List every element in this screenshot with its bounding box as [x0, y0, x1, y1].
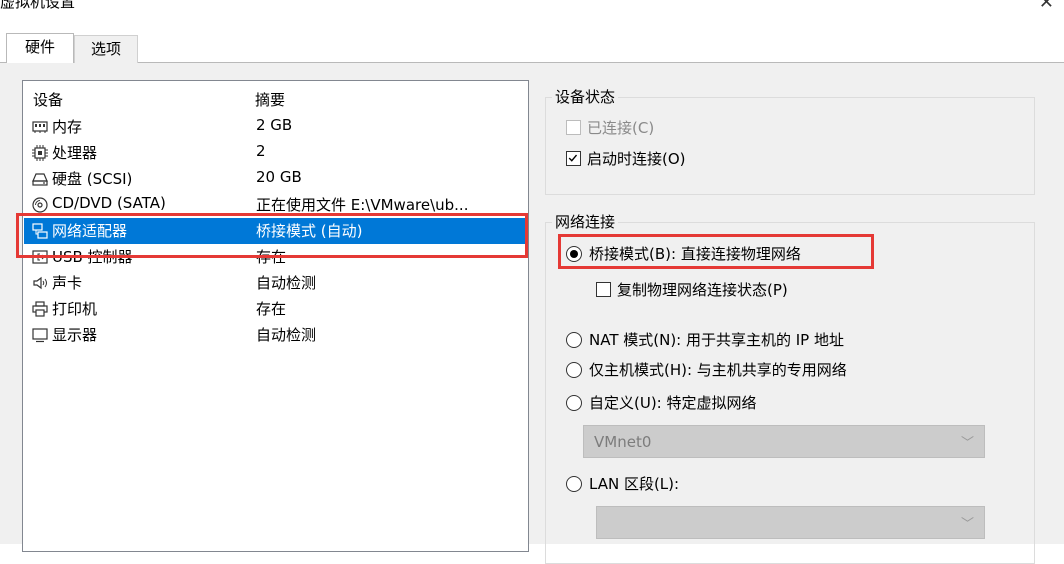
device-summary: 2 [256, 142, 266, 160]
display-icon [32, 328, 48, 343]
printer-icon [32, 301, 48, 317]
device-row-usb-controller[interactable]: USB 控制器 存在 [24, 244, 527, 270]
window-title: 虚拟机设置 [0, 0, 76, 11]
host-only-radio[interactable] [566, 362, 582, 378]
nat-radio[interactable] [566, 332, 582, 348]
sound-icon [33, 276, 47, 290]
device-summary: 20 GB [256, 168, 302, 186]
device-name: CD/DVD (SATA) [52, 194, 166, 212]
device-name: 声卡 [52, 274, 83, 292]
device-row-network-adapter[interactable]: 网络适配器 桥接模式 (自动) [24, 218, 527, 244]
custom-radio[interactable] [566, 395, 582, 411]
harddisk-icon [32, 173, 48, 186]
bridged-label: 桥接模式(B): 直接连接物理网络 [589, 245, 801, 263]
device-row-memory[interactable]: 内存 2 GB [24, 114, 527, 140]
device-name: 处理器 [52, 144, 98, 162]
device-summary: 2 GB [256, 116, 293, 134]
column-header-device[interactable]: 设备 [33, 89, 63, 110]
replicate-state-checkbox[interactable] [596, 282, 611, 297]
device-row-display[interactable]: 显示器 自动检测 [24, 322, 527, 348]
lan-segment-select[interactable]: ﹀ [596, 506, 985, 539]
usb-icon [32, 250, 48, 264]
nat-label: NAT 模式(N): 用于共享主机的 IP 地址 [589, 331, 845, 349]
connect-at-power-on-checkbox[interactable] [566, 151, 581, 166]
checkmark-icon [568, 154, 578, 162]
device-summary: 自动检测 [256, 274, 317, 292]
custom-label: 自定义(U): 特定虚拟网络 [589, 394, 757, 412]
device-name: 内存 [52, 118, 83, 136]
device-name: USB 控制器 [52, 248, 133, 266]
tab-hardware[interactable]: 硬件 [6, 33, 74, 63]
device-row-cd-dvd[interactable]: CD/DVD (SATA) 正在使用文件 E:\VMware\ub... [24, 192, 527, 218]
chevron-down-icon: ﹀ [960, 517, 974, 532]
connect-at-power-on-label: 启动时连接(O) [587, 150, 686, 168]
device-row-sound-card[interactable]: 声卡 自动检测 [24, 270, 527, 296]
device-status-title: 设备状态 [552, 86, 619, 107]
tab-options[interactable]: 选项 [74, 35, 138, 63]
device-name: 打印机 [52, 300, 98, 318]
device-row-harddisk[interactable]: 硬盘 (SCSI) 20 GB [24, 166, 527, 192]
device-summary: 存在 [256, 300, 287, 318]
cd-dvd-icon [32, 197, 48, 213]
connected-checkbox[interactable] [566, 120, 581, 135]
device-row-printer[interactable]: 打印机 存在 [24, 296, 527, 322]
network-connection-title: 网络连接 [552, 211, 619, 232]
device-summary: 桥接模式 (自动) [256, 222, 363, 240]
custom-network-value: VMnet0 [594, 433, 652, 451]
close-icon[interactable]: ✕ [1039, 0, 1054, 13]
processor-icon [32, 145, 48, 161]
device-name: 显示器 [52, 326, 98, 344]
device-list[interactable]: 设备 摘要 内存 2 GB 处理器 2 硬盘 (SCSI) 20 GB CD/D… [22, 80, 529, 552]
custom-network-select[interactable]: VMnet0 ﹀ [583, 425, 985, 458]
chevron-down-icon: ﹀ [960, 436, 974, 451]
device-summary: 存在 [256, 248, 287, 266]
column-header-summary[interactable]: 摘要 [255, 89, 285, 110]
network-adapter-icon [32, 223, 48, 239]
lan-segment-label: LAN 区段(L): [589, 475, 680, 493]
device-summary: 正在使用文件 E:\VMware\ub... [256, 196, 469, 214]
device-summary: 自动检测 [256, 326, 317, 344]
lan-segment-radio[interactable] [566, 476, 582, 492]
replicate-state-label: 复制物理网络连接状态(P) [617, 281, 788, 299]
device-name: 硬盘 (SCSI) [52, 170, 133, 188]
host-only-label: 仅主机模式(H): 与主机共享的专用网络 [589, 361, 847, 379]
memory-icon [32, 121, 48, 133]
connected-label: 已连接(C) [587, 119, 655, 137]
device-row-processor[interactable]: 处理器 2 [24, 140, 527, 166]
device-status-group [545, 97, 1035, 195]
bridged-radio[interactable] [566, 246, 582, 262]
device-name: 网络适配器 [52, 222, 128, 240]
